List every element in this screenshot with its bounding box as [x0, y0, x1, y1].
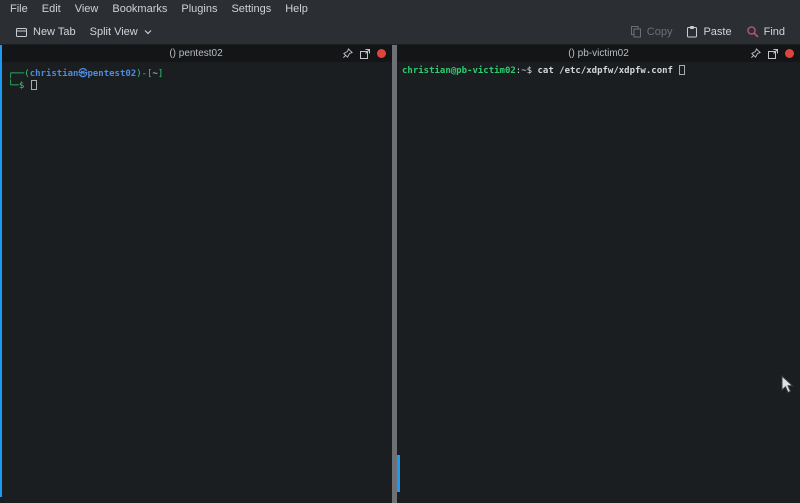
new-tab-label: New Tab — [33, 26, 76, 38]
magnifier-icon — [746, 25, 759, 38]
close-icon[interactable] — [377, 49, 386, 58]
menu-bar: File Edit View Bookmarks Plugins Setting… — [0, 0, 800, 19]
chevron-down-icon — [143, 28, 153, 36]
pane-title: () pentest02 — [0, 45, 392, 62]
paste-button[interactable]: Paste — [679, 22, 738, 41]
terminal-pb-victim02[interactable]: christian@pb-victim02:~$ cat /etc/xdpfw/… — [397, 62, 800, 503]
copy-icon — [630, 25, 642, 38]
new-tab-icon — [15, 26, 28, 38]
terminal-cursor — [31, 80, 37, 90]
active-pane-indicator — [0, 45, 2, 497]
terminal-pentest02[interactable]: ┌──(christian㉿pentest02)-[~]└─$ — [0, 62, 392, 503]
pane-pentest02: () pentest02 ┌──(christian㉿pentest02)-[~… — [0, 45, 392, 503]
find-label: Find — [764, 26, 785, 38]
pane-actions — [750, 48, 800, 60]
pane-title: () pb-victim02 — [397, 45, 800, 62]
menu-help[interactable]: Help — [278, 0, 315, 19]
terminal-line: ┌──(christian㉿pentest02)-[~] — [8, 68, 388, 80]
terminal-line: └─$ — [8, 80, 388, 92]
toolbar: New Tab Split View Copy Paste Find — [0, 19, 800, 45]
pane-header-pentest02[interactable]: () pentest02 — [0, 45, 392, 62]
terminal-line: christian@pb-victim02:~$ cat /etc/xdpfw/… — [402, 65, 796, 77]
menu-plugins[interactable]: Plugins — [174, 0, 224, 19]
menu-file[interactable]: File — [3, 0, 35, 19]
close-icon[interactable] — [785, 49, 794, 58]
pane-header-pb-victim02[interactable]: () pb-victim02 — [397, 45, 800, 62]
pane-actions — [342, 48, 392, 60]
split-view-label: Split View — [90, 26, 138, 38]
menu-settings[interactable]: Settings — [224, 0, 278, 19]
detach-icon[interactable] — [359, 48, 371, 60]
menu-bookmarks[interactable]: Bookmarks — [105, 0, 174, 19]
new-tab-button[interactable]: New Tab — [8, 23, 83, 41]
copy-label: Copy — [647, 26, 673, 38]
pin-icon[interactable] — [750, 48, 761, 59]
terminal-cursor — [679, 65, 685, 75]
paste-icon — [686, 25, 698, 38]
split-view-button[interactable]: Split View — [83, 23, 160, 41]
copy-button[interactable]: Copy — [623, 22, 680, 41]
detach-icon[interactable] — [767, 48, 779, 60]
pane-pb-victim02: () pb-victim02 christian@pb-victim02:~$ … — [397, 45, 800, 503]
focus-indicator-bar — [397, 455, 400, 492]
menu-edit[interactable]: Edit — [35, 0, 68, 19]
find-button[interactable]: Find — [739, 22, 792, 41]
menu-view[interactable]: View — [68, 0, 106, 19]
pin-icon[interactable] — [342, 48, 353, 59]
paste-label: Paste — [703, 26, 731, 38]
split-view-container: () pentest02 ┌──(christian㉿pentest02)-[~… — [0, 45, 800, 503]
